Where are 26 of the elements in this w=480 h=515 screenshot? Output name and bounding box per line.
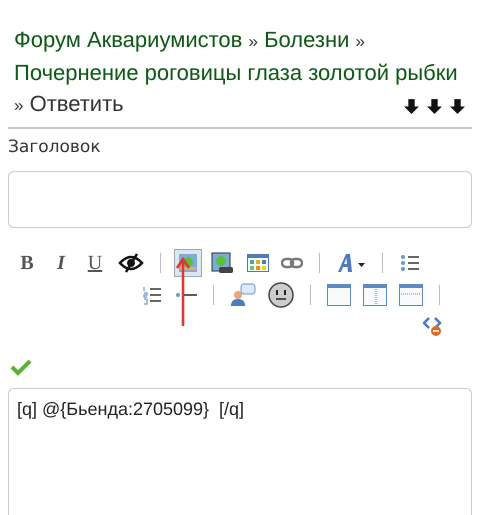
- bullet-list-icon: [400, 253, 420, 273]
- down-arrow-icon[interactable]: [403, 98, 420, 115]
- dotted-window-icon: [399, 284, 423, 306]
- underline-button[interactable]: U: [81, 249, 109, 277]
- annotation-arrow: [175, 256, 191, 328]
- checkmark-icon: [10, 358, 32, 376]
- split-window-icon: [363, 284, 387, 306]
- picture-frame-icon: [211, 252, 235, 274]
- message-field[interactable]: [q] @{Бьенда:2705099} [/q]: [8, 388, 472, 515]
- code-remove-icon: [423, 316, 443, 338]
- hidden-eye-icon: [118, 253, 144, 273]
- bold-button[interactable]: B: [13, 249, 41, 277]
- subject-label: Заголовок: [8, 137, 102, 157]
- down-arrow-icon[interactable]: [449, 98, 466, 115]
- subject-field[interactable]: [8, 171, 472, 228]
- link-icon: [281, 257, 303, 269]
- smiley-icon: [268, 282, 294, 308]
- horizontal-rule-icon: [175, 291, 197, 299]
- down-arrow-icon[interactable]: [426, 98, 443, 115]
- breadcrumb-trail[interactable]: Форум Аквариумистов » Болезни » Почернение роговицы глаза золотой рыбки » Ответить: [8, 24, 480, 121]
- numbered-list-icon: [142, 285, 162, 305]
- table-icon: [247, 254, 269, 272]
- font-style-icon: [336, 252, 366, 274]
- italic-button[interactable]: I: [47, 249, 75, 277]
- window-icon: [327, 284, 351, 306]
- user-speech-icon: [230, 283, 256, 307]
